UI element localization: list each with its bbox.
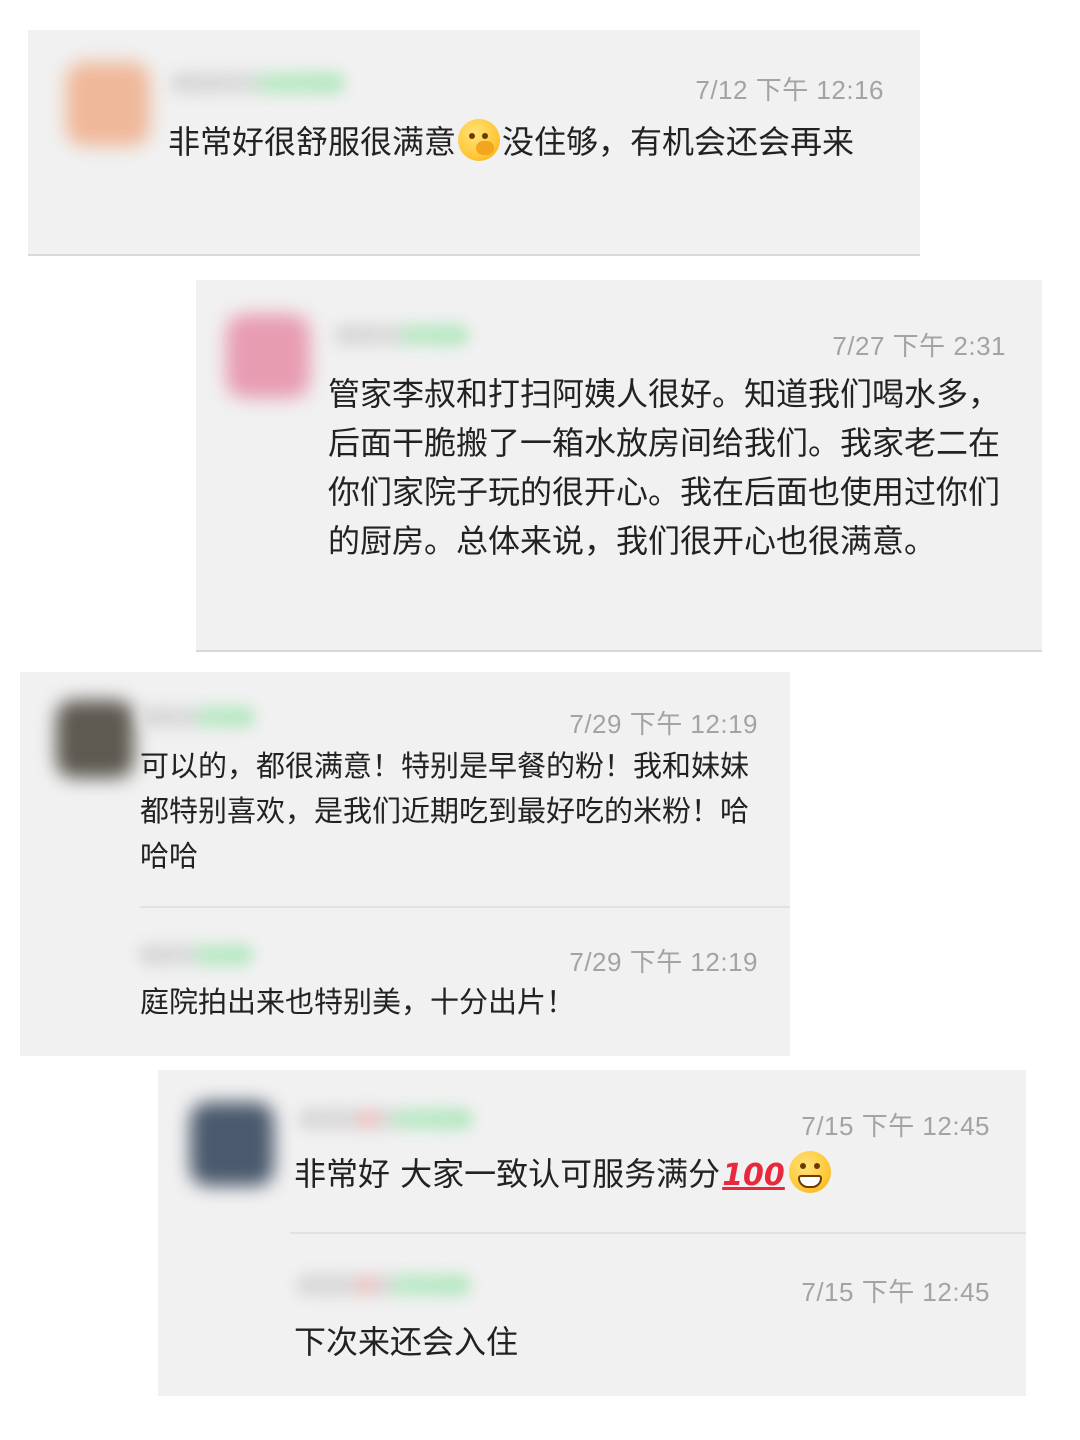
comment-timestamp: 7/27 下午 2:31 (832, 331, 1006, 361)
username-blurred (138, 944, 253, 966)
hand-over-mouth-icon (458, 119, 501, 161)
avatar (226, 314, 310, 398)
comment-card: 7/29 下午 12:19 可以的，都很满意！特别是早餐的粉！我和妹妹都特别喜欢… (20, 672, 790, 1056)
comment-text: 庭院拍出来也特别美，十分出片！ (140, 985, 576, 1019)
avatar (190, 1102, 274, 1186)
username-blurred (170, 72, 345, 94)
avatar (66, 62, 150, 146)
comment-text-part: 非常好 大家一致认可服务满分 (294, 1155, 721, 1193)
username-blurred (296, 1274, 471, 1296)
username-blurred (298, 1108, 473, 1130)
comment-timestamp: 7/12 下午 12:16 (695, 75, 884, 105)
hundred-points-icon: 100 (722, 1158, 785, 1193)
comment-text-part: 非常好很舒服很满意 (168, 123, 457, 161)
username-blurred (334, 324, 469, 346)
comment-card: 7/27 下午 2:31 管家李叔和打扫阿姨人很好。知道我们喝水多，后面干脆搬了… (196, 280, 1042, 652)
comment-text: 可以的，都很满意！特别是早餐的粉！我和妹妹都特别喜欢，是我们近期吃到最好吃的米粉… (140, 749, 750, 873)
comment-text: 管家李叔和打扫阿姨人很好。知道我们喝水多，后面干脆搬了一箱水放房间给我们。我家老… (328, 375, 1001, 560)
username-blurred (140, 706, 255, 728)
comment-timestamp: 7/15 下午 12:45 (801, 1277, 990, 1307)
comment-text-part: 没住够，有机会还会再来 (502, 123, 855, 161)
comment-card: 7/15 下午 12:45 非常好 大家一致认可服务满分100 7/15 下午 … (158, 1070, 1026, 1396)
comment-text: 非常好很舒服很满意 没住够，有机会还会再来 (168, 118, 878, 167)
comment-text: 下次来还会入住 (294, 1323, 519, 1361)
comment-card: 7/12 下午 12:16 非常好很舒服很满意 没住够，有机会还会再来 (28, 30, 920, 256)
comment-text: 非常好 大家一致认可服务满分100 (294, 1150, 994, 1200)
avatar (56, 700, 134, 778)
comment-timestamp: 7/29 下午 12:19 (569, 947, 758, 977)
comment-timestamp: 7/15 下午 12:45 (801, 1111, 990, 1141)
reply-divider (290, 1232, 1026, 1234)
reply-divider (140, 906, 790, 908)
comment-timestamp: 7/29 下午 12:19 (569, 709, 758, 739)
grinning-face-icon (788, 1151, 831, 1193)
